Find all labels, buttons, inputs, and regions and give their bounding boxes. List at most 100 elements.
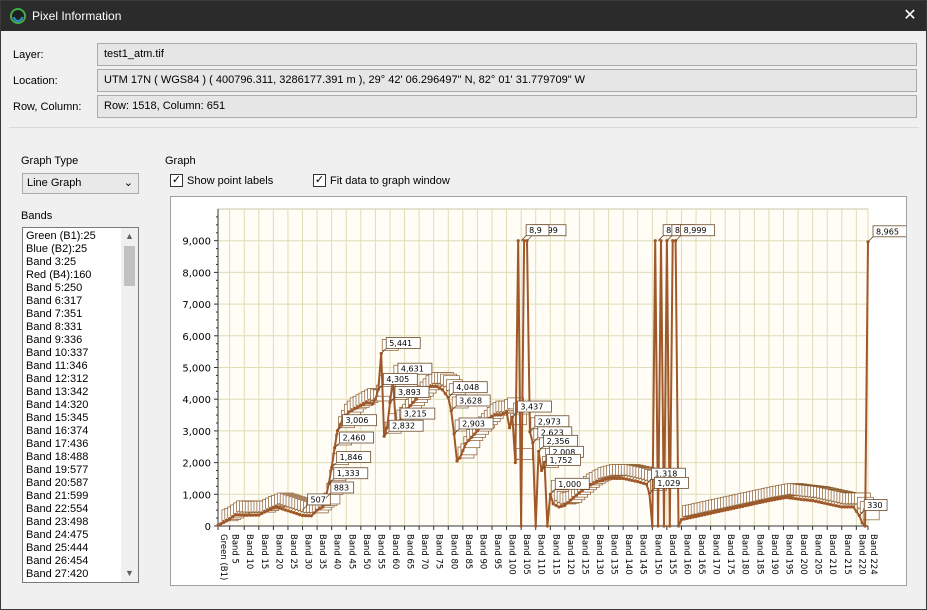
data-point [475,429,480,433]
data-point [493,413,497,417]
band-list-item[interactable]: Green (B1):25 [26,230,121,243]
graph-type-label: Graph Type [21,155,79,167]
data-point [577,491,582,495]
y-tick-label: 7,000 [182,300,211,311]
close-icon[interactable]: ✕ [898,4,922,28]
data-point [639,480,643,485]
band-list-item[interactable]: Band 12:312 [26,373,121,386]
data-point [732,506,736,510]
point-label: 1,333 [337,469,360,478]
band-list-item[interactable]: Band 14:320 [26,399,121,412]
data-point [691,515,695,519]
band-list-item[interactable]: Band 25:444 [26,542,121,555]
x-tick-label: Band 10 [244,534,254,569]
x-tick-label: Band 15 [259,534,269,569]
layer-field[interactable]: test1_atm.tif [97,43,917,66]
band-list-item[interactable]: Band 3:25 [26,256,121,269]
rowcol-field[interactable]: Row: 1518, Column: 651 [97,95,917,118]
point-label-box [515,448,533,460]
data-point [295,512,299,516]
band-list-item[interactable]: Band 7:351 [26,308,121,321]
location-field[interactable]: UTM 17N ( WGS84 ) ( 400796.311, 3286177.… [97,69,917,92]
data-point [776,497,780,501]
spectral-line-chart: 0 1,000 2,000 3,000 4,000 5,000 6,000 7,000 8,00… [182,208,908,580]
data-point [458,456,462,460]
show-point-labels-checkbox[interactable]: ✓ Show point labels [170,173,280,189]
scroll-down-icon[interactable]: ▼ [121,565,138,582]
data-point [863,524,867,528]
data-point [560,504,564,508]
data-point [455,459,459,463]
band-list-item[interactable]: Band 8:331 [26,321,121,334]
band-list-item[interactable]: Red (B4):160 [26,269,121,282]
data-point [662,524,666,528]
band-list-item[interactable]: Band 6:317 [26,295,121,308]
band-list-item[interactable]: Band 18:488 [26,451,121,464]
band-list-item[interactable]: Band 15:345 [26,412,121,425]
band-list-item[interactable]: Band 19:577 [26,464,121,477]
data-point [370,402,375,406]
band-list-item[interactable]: Band 17:436 [26,438,121,451]
scroll-thumb[interactable] [124,246,135,286]
x-tick-label: Band 55 [375,534,385,569]
x-tick-label: Band 125 [579,534,589,575]
band-list-item[interactable]: Band 22:554 [26,503,121,516]
data-point [633,479,637,483]
data-point [239,513,243,517]
band-list-item[interactable]: Band 5:250 [26,282,121,295]
data-point [650,524,654,528]
data-point [848,505,853,509]
x-tick-label: Band 215 [842,534,852,575]
checkmark-icon[interactable]: ✓ [313,174,326,187]
data-point [624,477,628,481]
bands-list[interactable]: Green (B1):25 Blue (B2):25 Band 3:25 Red (B… [22,227,139,583]
data-point [467,438,471,443]
point-label: 1,752 [550,456,573,465]
data-point [507,426,512,430]
x-tick-label: Band 110 [536,534,546,575]
data-point [700,513,704,517]
band-list-item[interactable]: Band 11:346 [26,360,121,373]
band-list-item[interactable]: Band 9:336 [26,334,121,347]
x-tick-label: Band 175 [725,534,735,575]
scroll-up-icon[interactable]: ▲ [121,228,138,245]
bands-scrollbar[interactable]: ▲ ▼ [121,228,138,582]
band-list-item[interactable]: Band 20:587 [26,477,121,490]
data-point [289,510,293,514]
fit-data-checkbox[interactable]: ✓ Fit data to graph window [313,173,463,189]
data-point [309,514,313,518]
x-tick-label: Band 90 [477,534,487,569]
band-list-item[interactable]: Band 13:342 [26,386,121,399]
data-point [738,505,742,509]
data-point [566,501,570,505]
band-list-item[interactable]: Band 24:475 [26,529,121,542]
rowcol-label: Row, Column: [13,101,82,113]
data-point [773,497,777,502]
data-point [676,524,681,528]
data-point [551,502,555,506]
data-point [385,426,389,430]
data-point [598,479,602,483]
data-point [828,502,832,507]
checkmark-icon[interactable]: ✓ [170,174,183,187]
data-point [516,239,520,243]
band-list-item[interactable]: Band 23:498 [26,516,121,529]
band-list-item[interactable]: Band 21:599 [26,490,121,503]
x-tick-label: Band 5 [230,534,240,564]
band-list-item[interactable]: Band 16:374 [26,425,121,438]
y-tick-label: 3,000 [182,427,211,438]
graph-type-dropdown[interactable]: Line Graph ⌄ [22,173,139,194]
data-point [408,403,412,408]
data-point [758,500,762,505]
band-list-item[interactable]: Band 10:337 [26,347,121,360]
band-list-item[interactable]: Band 26:454 [26,555,121,568]
band-list-item[interactable]: Band 27:420 [26,568,121,580]
x-tick-label: Band 95 [492,534,502,569]
data-point [248,513,252,517]
band-list-item[interactable]: Blue (B2):25 [26,243,121,256]
x-tick-label: Band 224 [868,534,878,575]
title-bar[interactable]: Pixel Information ✕ [1,1,926,31]
divider [9,127,919,128]
data-point [723,508,727,512]
data-point [694,514,698,519]
